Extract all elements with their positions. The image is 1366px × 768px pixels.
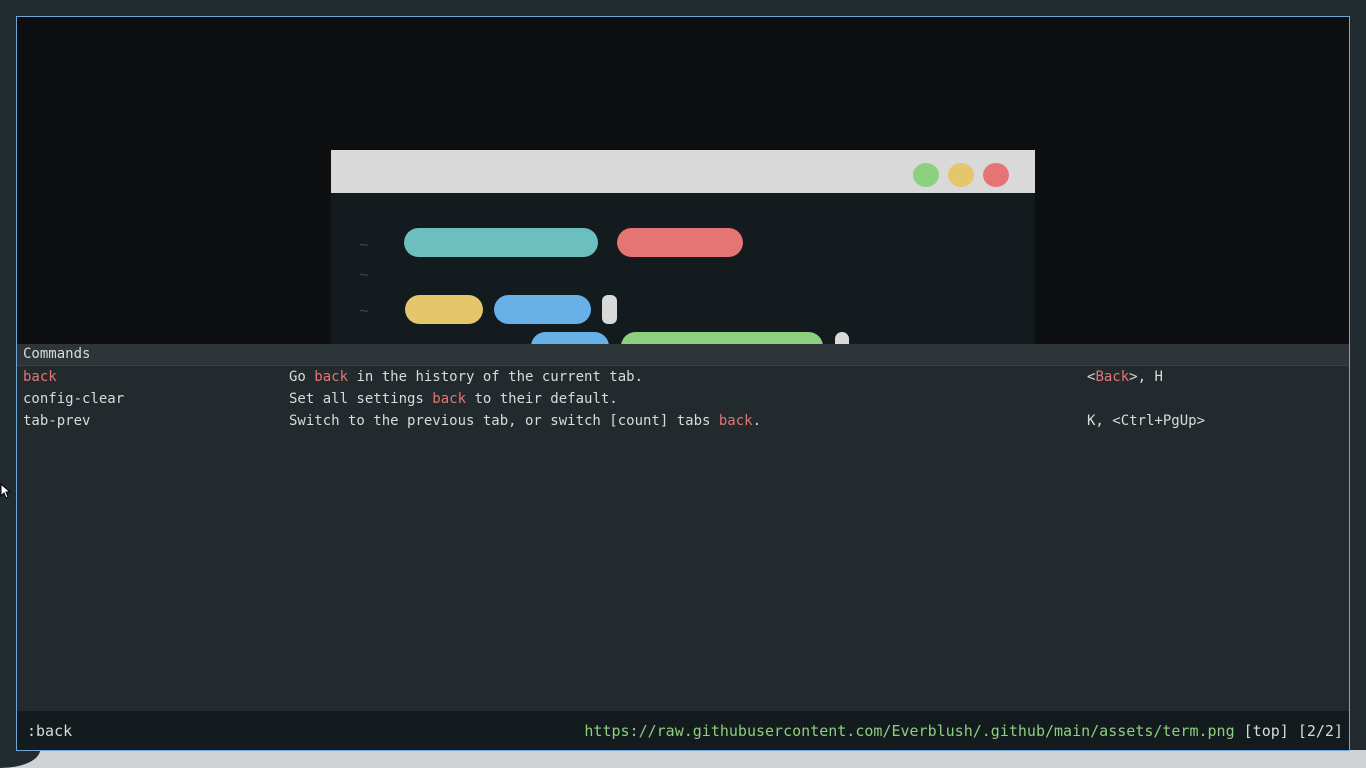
browser-window: ~ ~ ~ Commands back Go back in the histo… — [16, 16, 1350, 751]
tilde-mark: ~ — [359, 301, 369, 320]
yellow-pill — [405, 295, 483, 324]
command-input[interactable]: :back — [27, 722, 72, 740]
match-highlight: back — [314, 369, 349, 385]
command-description: Go back in the history of the current ta… — [289, 369, 644, 385]
blue-pill — [494, 295, 591, 324]
scroll-position: [top] — [1243, 722, 1289, 740]
terminal-body: ~ ~ ~ — [331, 193, 1035, 344]
teal-pill — [404, 228, 598, 257]
red-pill — [617, 228, 743, 257]
completion-item[interactable]: tab-prev Switch to the previous tab, or … — [17, 410, 1349, 432]
desktop-bottom-edge — [0, 750, 1366, 768]
match-highlight: Back — [1095, 369, 1130, 385]
match-highlight: back — [718, 413, 753, 429]
green-pill — [621, 332, 823, 344]
move-cursor-icon — [0, 483, 12, 499]
tilde-mark: ~ — [359, 235, 369, 254]
tilde-mark: ~ — [359, 265, 369, 284]
terminal-image: ~ ~ ~ — [331, 150, 1035, 344]
command-description: Switch to the previous tab, or switch [c… — [289, 413, 762, 429]
cursor-block — [602, 295, 617, 324]
webview[interactable]: ~ ~ ~ — [17, 17, 1349, 344]
command-keybindings: <Back>, H — [1087, 369, 1163, 385]
red-dot-icon — [983, 163, 1009, 187]
tab-index: [2/2] — [1297, 722, 1343, 740]
command-description: Set all settings back to their default. — [289, 391, 618, 407]
blue-pill — [531, 332, 609, 344]
match-highlight: back — [432, 391, 467, 407]
command-keybindings: K, <Ctrl+PgUp> — [1087, 413, 1206, 429]
category-title: Commands — [23, 346, 91, 362]
completion-item[interactable]: back Go back in the history of the curre… — [17, 366, 1349, 388]
command-name: back — [23, 369, 57, 385]
completion-category-header: Commands — [17, 344, 1349, 366]
command-name: tab-prev — [23, 413, 91, 429]
green-dot-icon — [913, 163, 939, 187]
completion-item[interactable]: config-clear Set all settings back to th… — [17, 388, 1349, 410]
cursor-block — [835, 332, 849, 344]
completion-widget: Commands back Go back in the history of … — [17, 344, 1349, 711]
statusbar: :back https://raw.githubusercontent.com/… — [17, 711, 1349, 750]
url-display: https://raw.githubusercontent.com/Everbl… — [584, 722, 1235, 740]
yellow-dot-icon — [948, 163, 974, 187]
terminal-titlebar — [331, 150, 1035, 193]
command-name: config-clear — [23, 391, 125, 407]
statusbar-right: https://raw.githubusercontent.com/Everbl… — [584, 722, 1343, 740]
